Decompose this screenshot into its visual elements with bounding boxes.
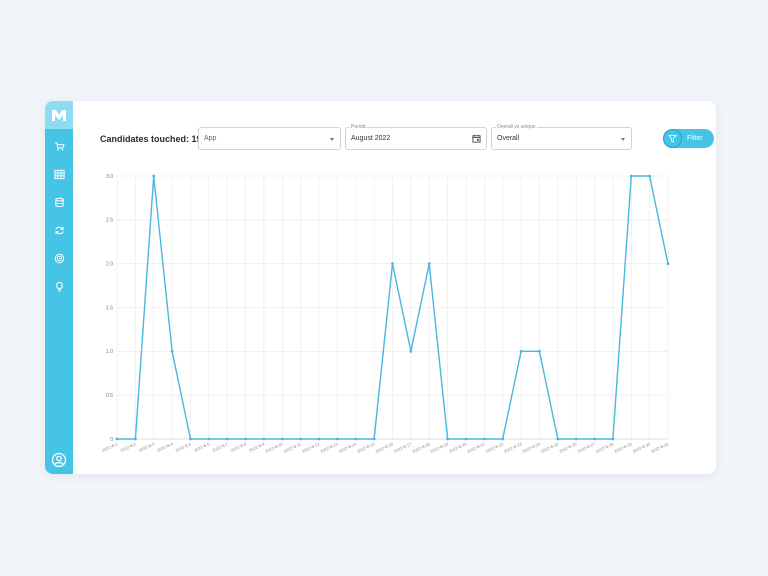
x-tick-label: 2022-8-20 [448,441,468,454]
x-tick-label: 2022-8-23 [503,441,523,454]
x-tick-label: 2022-8-16 [375,441,395,454]
data-point[interactable] [648,174,652,178]
x-tick-label: 2022-8-19 [430,441,450,454]
x-tick-label: 2022-8-11 [283,441,303,454]
data-point[interactable] [427,262,431,266]
data-point[interactable] [501,437,505,441]
data-point[interactable] [629,174,633,178]
data-point[interactable] [538,349,541,353]
y-tick-label: 0 [110,437,113,443]
x-tick-label: 2022-8-30 [632,441,652,454]
x-tick-label: 2022-8-25 [540,441,560,454]
y-tick-label: 1.5 [106,305,113,311]
x-tick-label: 2022-8-5 [175,441,193,453]
data-point[interactable] [336,437,339,441]
x-tick-label: 2022-8-13 [319,441,339,454]
data-point[interactable] [464,437,468,441]
data-point[interactable] [299,437,303,441]
x-tick-label: 2022-8-22 [485,441,505,454]
data-point[interactable] [262,437,266,441]
x-tick-label: 2022-8-7 [211,441,229,453]
y-tick-label: 0.5 [106,393,113,399]
data-point[interactable] [446,437,449,441]
data-point[interactable] [133,437,137,441]
x-tick-label: 2022-8-4 [156,441,174,453]
x-tick-label: 2022-8-14 [338,441,358,454]
data-point[interactable] [611,437,615,441]
x-tick-label: 2022-8-17 [393,441,413,454]
x-tick-label: 2022-8-31 [650,441,670,454]
x-tick-label: 2022-8-29 [613,441,633,454]
data-point[interactable] [574,437,578,441]
data-point[interactable] [280,437,284,441]
data-point[interactable] [225,437,229,441]
line-chart: 00.51.01.52.02.53.02022-8-1 2022-8-2 2022-… [101,174,670,454]
data-point[interactable] [666,262,670,266]
data-point[interactable] [482,437,486,441]
data-point[interactable] [519,349,523,353]
x-tick-label: 2022-8-12 [301,441,321,454]
x-tick-label: 2022-8-24 [521,441,541,454]
x-tick-label: 2022-8-18 [411,441,431,454]
x-tick-label: 2022-8-15 [356,441,376,454]
data-point[interactable] [152,174,156,178]
x-tick-label: 2022-8-9 [248,441,266,453]
x-tick-label: 2022-8-8 [230,441,248,453]
y-tick-label: 2.0 [106,261,113,267]
data-point[interactable] [556,437,560,441]
y-tick-label: 2.5 [106,218,113,224]
data-point[interactable] [409,349,413,353]
data-point[interactable] [244,437,247,441]
data-point[interactable] [170,349,174,353]
data-point[interactable] [593,437,596,441]
y-tick-label: 1.0 [106,349,113,355]
x-tick-label: 2022-8-3 [138,441,156,453]
x-tick-label: 2022-8-27 [577,441,597,454]
data-point[interactable] [189,437,192,441]
x-tick-label: 2022-8-26 [558,441,578,454]
data-point[interactable] [207,437,211,441]
y-tick-label: 3.0 [106,174,113,180]
x-tick-label: 2022-8-21 [466,441,486,454]
data-point[interactable] [354,437,358,441]
data-point[interactable] [372,437,376,441]
data-point[interactable] [317,437,321,441]
x-tick-label: 2022-8-28 [595,441,615,454]
x-tick-label: 2022-8-2 [119,441,137,453]
data-point[interactable] [115,437,119,441]
x-tick-label: 2022-8-6 [193,441,211,453]
x-tick-label: 2022-8-1 [101,441,119,453]
data-point[interactable] [391,262,394,266]
x-tick-label: 2022-8-10 [264,441,284,454]
